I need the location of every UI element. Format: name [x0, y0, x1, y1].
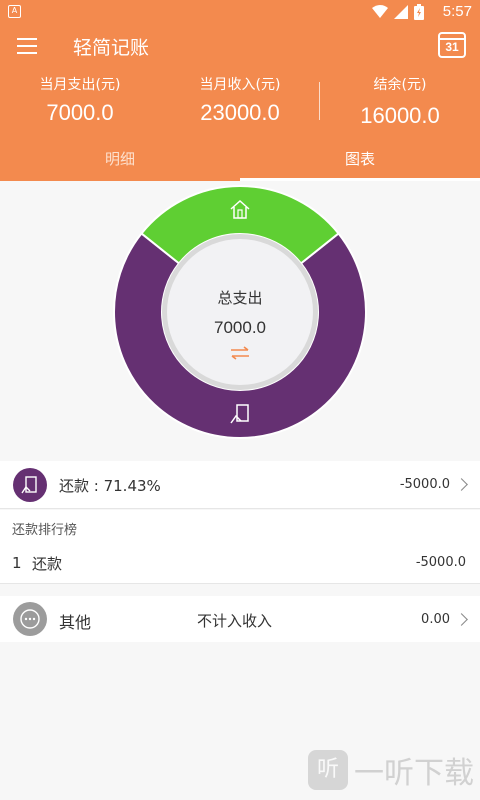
ranking-item-amount: -5000.0: [415, 555, 466, 570]
chart-center-value: 7000.0: [214, 318, 266, 337]
wifi-icon: [372, 5, 388, 18]
calendar-day: 31: [445, 40, 459, 54]
category-label: 还款 : 71.43%: [59, 477, 161, 495]
chart-center-title: 总支出: [217, 289, 263, 307]
swap-arrows-icon[interactable]: [229, 346, 251, 360]
tab-chart-label: 图表: [344, 150, 375, 168]
ranking-item-rank: 1: [12, 554, 22, 572]
ranking-header: 还款排行榜: [0, 510, 480, 546]
signal-icon: [394, 5, 408, 19]
status-time: 5:57: [442, 3, 472, 20]
stat-balance-value: 16000.0: [360, 103, 440, 128]
stat-expense: 当月支出(元) 7000.0: [0, 74, 160, 126]
calendar-icon[interactable]: 31: [438, 32, 466, 58]
ranking-item-name: 还款: [32, 555, 63, 573]
notification-icon: A: [8, 5, 21, 18]
repayment-icon: [13, 468, 47, 502]
stat-expense-value: 7000.0: [46, 100, 114, 125]
stat-income-label: 当月收入(元): [199, 77, 281, 93]
more-dots-icon: [13, 602, 47, 636]
ranking-title: 还款排行榜: [12, 523, 78, 538]
tab-detail[interactable]: 明细: [0, 148, 240, 181]
battery-icon: [414, 4, 424, 20]
tab-detail-label: 明细: [104, 150, 135, 168]
stat-divider: [319, 82, 320, 120]
other-row[interactable]: 其他 不计入收入 0.00: [0, 596, 480, 642]
summary-stats: 当月支出(元) 7000.0 当月收入(元) 23000.0 结余(元) 160…: [0, 74, 480, 134]
category-amount: -5000.0: [399, 477, 450, 492]
view-tabs: 明细 图表: [0, 148, 480, 181]
stat-balance: 结余(元) 16000.0: [320, 74, 480, 129]
stat-income: 当月收入(元) 23000.0: [160, 74, 320, 126]
donut-center-disc[interactable]: [167, 239, 313, 385]
other-note: 不计入收入: [197, 612, 273, 630]
status-icons: [372, 4, 424, 20]
watermark-logo: 听 一听下载: [308, 748, 474, 792]
chevron-right-icon: [455, 613, 468, 626]
category-row[interactable]: 还款 : 71.43% -5000.0: [0, 461, 480, 509]
watermark-text: 一听下载: [354, 756, 474, 791]
stat-expense-label: 当月支出(元): [39, 77, 121, 93]
chevron-right-icon: [455, 478, 468, 491]
stat-balance-label: 结余(元): [373, 77, 427, 93]
stat-income-value: 23000.0: [200, 100, 280, 125]
app-title: 轻简记账: [73, 37, 150, 59]
ranking-item[interactable]: 1 还款 -5000.0: [0, 546, 480, 584]
other-label: 其他: [59, 613, 92, 632]
other-amount: 0.00: [421, 612, 450, 627]
expense-donut-chart: 总支出 7000.0: [0, 181, 480, 461]
menu-icon[interactable]: [17, 38, 37, 54]
app-header: 轻简记账 31 当月支出(元) 7000.0 当月收入(元) 23000.0 结…: [0, 24, 480, 181]
status-bar: A 5:57: [0, 0, 480, 24]
watermark-icon: 听: [308, 750, 348, 790]
tab-chart[interactable]: 图表: [240, 148, 480, 181]
